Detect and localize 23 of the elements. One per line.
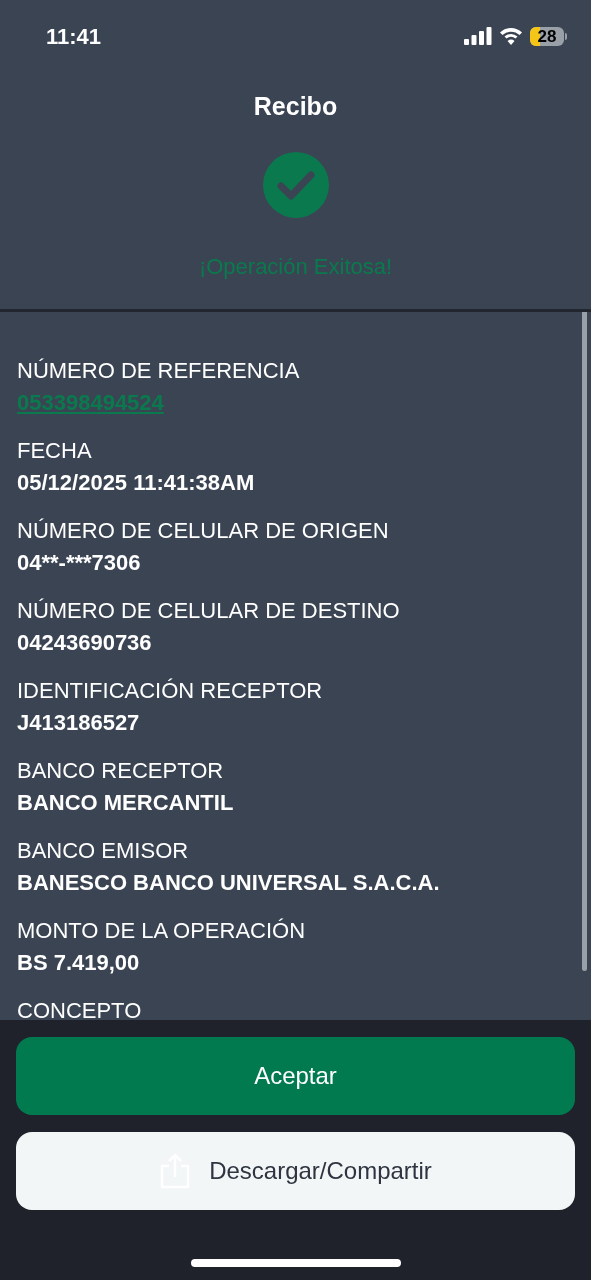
- field-value: 04243690736: [17, 628, 153, 657]
- field-label: CONCEPTO: [17, 996, 143, 1020]
- accept-button[interactable]: Aceptar: [16, 1037, 575, 1115]
- field-label: IDENTIFICACIÓN RECEPTOR: [17, 676, 324, 705]
- share-button[interactable]: Descargar/Compartir: [16, 1132, 575, 1210]
- field-label: MONTO DE LA OPERACIÓN: [17, 916, 307, 945]
- field-label: BANCO EMISOR: [17, 836, 190, 865]
- field-label: NÚMERO DE CELULAR DE DESTINO: [17, 596, 401, 625]
- field-label: NÚMERO DE REFERENCIA: [17, 356, 301, 385]
- success-check-icon: [262, 151, 329, 218]
- field-value: BS 7.419,00: [17, 948, 141, 977]
- field-value: BANESCO BANCO UNIVERSAL S.A.C.A.: [17, 868, 441, 897]
- field-label: FECHA: [17, 436, 93, 465]
- wifi-icon: [500, 27, 522, 45]
- field-value: BANCO MERCANTIL: [17, 788, 235, 817]
- signal-icon: [464, 27, 492, 45]
- field-value: J413186527: [17, 708, 141, 737]
- status-time: 11:41: [46, 22, 102, 51]
- page-title: Recibo: [253, 91, 338, 122]
- field-label: NÚMERO DE CELULAR DE ORIGEN: [17, 516, 390, 545]
- field-label: BANCO RECEPTOR: [17, 756, 225, 785]
- field-value: 05/12/2025 11:41:38AM: [17, 468, 256, 497]
- field-value: 04**-***7306: [17, 548, 142, 577]
